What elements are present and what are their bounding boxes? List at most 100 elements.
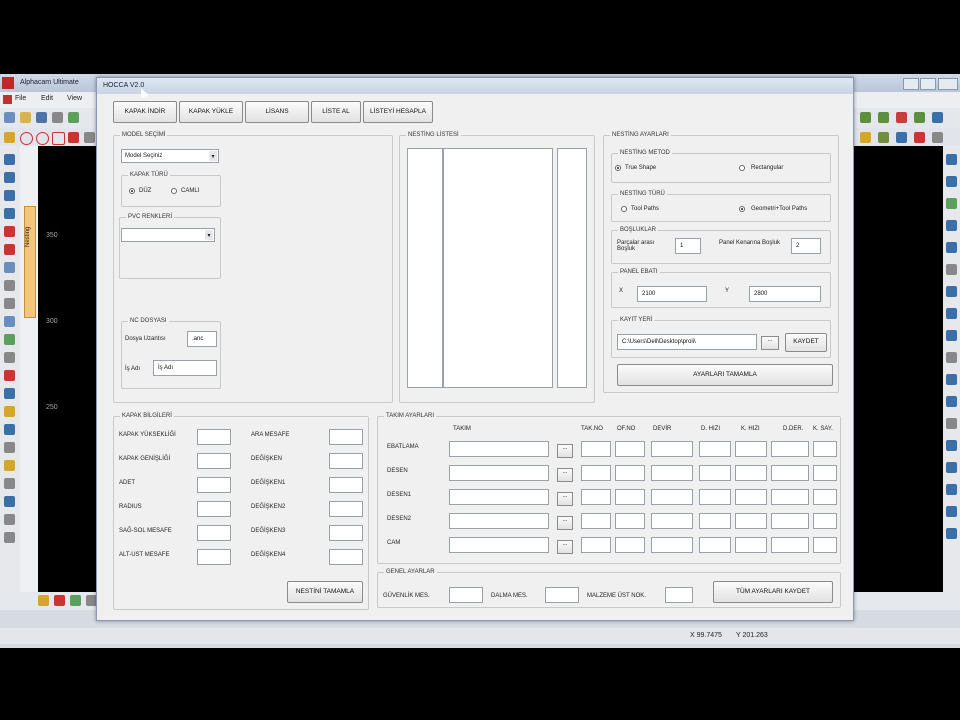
- offset-no-input[interactable]: [615, 465, 645, 481]
- tool-icon[interactable]: [946, 264, 957, 275]
- radius-input[interactable]: [197, 501, 231, 517]
- tool-icon[interactable]: [946, 220, 957, 231]
- liste-al-button[interactable]: LİSTE AL: [311, 101, 361, 123]
- tool-no-input[interactable]: [581, 537, 611, 553]
- ayarlari-tamamla-button[interactable]: AYARLARI TAMAMLA: [617, 364, 833, 386]
- nesting-list-column-3[interactable]: [557, 148, 587, 388]
- save-path-input[interactable]: C:\Users\Dell\Desktop\proli\: [617, 334, 757, 350]
- right-tool-icon[interactable]: [860, 132, 871, 143]
- offset-no-input[interactable]: [615, 537, 645, 553]
- offset-no-input[interactable]: [615, 513, 645, 529]
- pan-icon[interactable]: [4, 208, 15, 219]
- tool-icon[interactable]: [946, 374, 957, 385]
- cut-rate-input[interactable]: [735, 513, 767, 529]
- draw-arc-icon[interactable]: [20, 132, 33, 145]
- plunge-rate-input[interactable]: [699, 537, 731, 553]
- tool-no-input[interactable]: [581, 489, 611, 505]
- toolbar-right-tool-icon[interactable]: [914, 112, 925, 123]
- toolbar-right-tool-icon[interactable]: [878, 112, 889, 123]
- toolbar-open-icon[interactable]: [20, 112, 31, 123]
- tool-icon[interactable]: [4, 244, 15, 255]
- zoom-icon[interactable]: [4, 172, 15, 183]
- cut-rate-input[interactable]: [735, 465, 767, 481]
- save-all-settings-button[interactable]: TÜM AYARLARI KAYDET: [713, 581, 833, 603]
- draw-tool-icon[interactable]: [84, 132, 95, 143]
- panel-edge-input[interactable]: 2: [791, 238, 821, 254]
- tool-name-input[interactable]: [449, 465, 549, 481]
- tool-icon[interactable]: [946, 242, 957, 253]
- nesting-list-column-1[interactable]: [407, 148, 443, 388]
- nestini-tamamla-button[interactable]: NESTİNİ TAMAMLA: [287, 581, 363, 603]
- tool-name-input[interactable]: [449, 489, 549, 505]
- snap-icon[interactable]: [54, 595, 65, 606]
- job-name-input[interactable]: İş Adı: [153, 360, 217, 376]
- right-tool-icon[interactable]: [896, 132, 907, 143]
- cut-rate-input[interactable]: [735, 441, 767, 457]
- right-left-distance-input[interactable]: [197, 525, 231, 541]
- tool-icon[interactable]: [946, 462, 957, 473]
- depth-input[interactable]: [771, 537, 809, 553]
- tool-icon[interactable]: [4, 496, 15, 507]
- quantity-input[interactable]: [197, 477, 231, 493]
- right-tool-icon[interactable]: [914, 132, 925, 143]
- parts-gap-input[interactable]: 1: [675, 238, 701, 254]
- tool-icon[interactable]: [4, 280, 15, 291]
- kaydet-button[interactable]: KAYDET: [785, 333, 827, 352]
- tool-icon[interactable]: [4, 226, 15, 237]
- tool-icon[interactable]: [4, 370, 15, 381]
- toolbar-right-tool-icon[interactable]: [860, 112, 871, 123]
- tool-no-input[interactable]: [581, 465, 611, 481]
- menu-view[interactable]: View: [67, 95, 82, 102]
- tool-icon[interactable]: [946, 198, 957, 209]
- depth-input[interactable]: [771, 441, 809, 457]
- cut-count-input[interactable]: [813, 513, 837, 529]
- snap-icon[interactable]: [70, 595, 81, 606]
- cut-rate-input[interactable]: [735, 537, 767, 553]
- panel-y-input[interactable]: 2800: [749, 286, 821, 302]
- speed-input[interactable]: [651, 465, 693, 481]
- depth-input[interactable]: [771, 489, 809, 505]
- tool-browse-button[interactable]: ...: [557, 492, 573, 506]
- speed-input[interactable]: [651, 513, 693, 529]
- tool-icon[interactable]: [4, 478, 15, 489]
- minimize-icon[interactable]: [903, 78, 919, 90]
- draw-circle-icon[interactable]: [36, 132, 49, 145]
- variable3-input[interactable]: [329, 525, 363, 541]
- speed-input[interactable]: [651, 537, 693, 553]
- variable1-input[interactable]: [329, 477, 363, 493]
- offset-no-input[interactable]: [615, 489, 645, 505]
- depth-input[interactable]: [771, 465, 809, 481]
- cut-rate-input[interactable]: [735, 489, 767, 505]
- speed-input[interactable]: [651, 441, 693, 457]
- draw-tool-icon[interactable]: [68, 132, 79, 143]
- tool-icon[interactable]: [4, 442, 15, 453]
- tool-icon[interactable]: [946, 396, 957, 407]
- tool-icon[interactable]: [946, 352, 957, 363]
- tool-browse-button[interactable]: ...: [557, 468, 573, 482]
- tool-icon[interactable]: [946, 308, 957, 319]
- tool-icon[interactable]: [4, 460, 15, 471]
- variable4-input[interactable]: [329, 549, 363, 565]
- cover-width-input[interactable]: [197, 453, 231, 469]
- rectangular-radio[interactable]: [739, 165, 745, 171]
- model-select[interactable]: Model Seçiniz ▾: [121, 149, 219, 163]
- tool-icon[interactable]: [946, 484, 957, 495]
- tool-browse-button[interactable]: ...: [557, 444, 573, 458]
- listeyi-hesapla-button[interactable]: LİSTEYİ HESAPLA: [363, 101, 433, 123]
- cut-count-input[interactable]: [813, 489, 837, 505]
- tool-icon[interactable]: [946, 154, 957, 165]
- tool-no-input[interactable]: [581, 513, 611, 529]
- tool-no-input[interactable]: [581, 441, 611, 457]
- maximize-icon[interactable]: [920, 78, 936, 90]
- menu-edit[interactable]: Edit: [41, 95, 53, 102]
- cut-count-input[interactable]: [813, 465, 837, 481]
- toolbar-save-icon[interactable]: [36, 112, 47, 123]
- variable-input[interactable]: [329, 453, 363, 469]
- tool-icon[interactable]: [4, 334, 15, 345]
- pvc-color-select[interactable]: ▾: [121, 228, 215, 242]
- tool-icon[interactable]: [946, 440, 957, 451]
- duz-radio[interactable]: [129, 188, 135, 194]
- safety-distance-input[interactable]: [449, 587, 483, 603]
- tool-icon[interactable]: [4, 532, 15, 543]
- browse-path-button[interactable]: ...: [761, 336, 779, 350]
